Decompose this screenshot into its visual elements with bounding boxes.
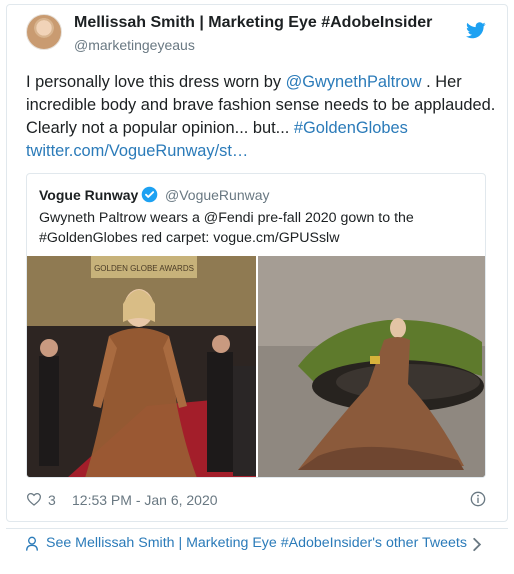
quoted-tweet[interactable]: Vogue Runway @VogueRunway Gwyneth Paltro… bbox=[26, 173, 486, 478]
heart-icon[interactable] bbox=[26, 492, 42, 506]
hashtag-link[interactable]: #GoldenGlobes bbox=[294, 119, 408, 137]
twitter-bird-icon[interactable] bbox=[466, 22, 486, 39]
person-icon bbox=[26, 536, 38, 551]
quoted-author-handle[interactable]: @VogueRunway bbox=[165, 187, 270, 203]
chevron-right-icon[interactable] bbox=[472, 537, 482, 552]
author-avatar[interactable] bbox=[26, 14, 62, 50]
info-icon[interactable] bbox=[470, 491, 486, 507]
other-tweets-link[interactable]: See Mellissah Smith | Marketing Eye #Ado… bbox=[46, 535, 467, 551]
tweet-timestamp[interactable]: 12:53 PM - Jan 6, 2020 bbox=[72, 492, 218, 508]
author-name[interactable]: Mellissah Smith | Marketing Eye #AdobeIn… bbox=[74, 14, 432, 32]
sofa-photo[interactable] bbox=[258, 256, 485, 477]
like-count[interactable]: 3 bbox=[48, 492, 56, 508]
mention-link[interactable]: @GwynethPaltrow bbox=[286, 73, 422, 91]
quoted-tweet-text: Gwyneth Paltrow wears a @Fendi pre-fall … bbox=[39, 210, 414, 246]
golden-globe-sign: GOLDEN GLOBE AWARDS bbox=[94, 264, 194, 273]
verified-badge-icon bbox=[141, 186, 158, 203]
author-handle[interactable]: @marketingeyeaus bbox=[74, 37, 195, 53]
quoted-author-name[interactable]: Vogue Runway bbox=[39, 187, 138, 203]
tweet-text-part-1: I personally love this dress worn by bbox=[26, 73, 286, 91]
tweet-text: I personally love this dress worn by @Gw… bbox=[26, 71, 496, 163]
url-link[interactable]: twitter.com/VogueRunway/st… bbox=[26, 142, 248, 160]
red-carpet-photo[interactable]: GOLDEN GLOBE AWARDS bbox=[27, 256, 256, 477]
